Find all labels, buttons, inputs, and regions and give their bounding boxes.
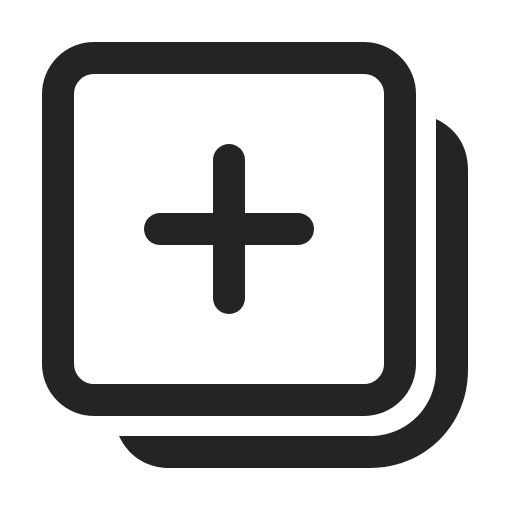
icon-canvas xyxy=(0,0,512,512)
add-collection-icon xyxy=(42,42,468,468)
